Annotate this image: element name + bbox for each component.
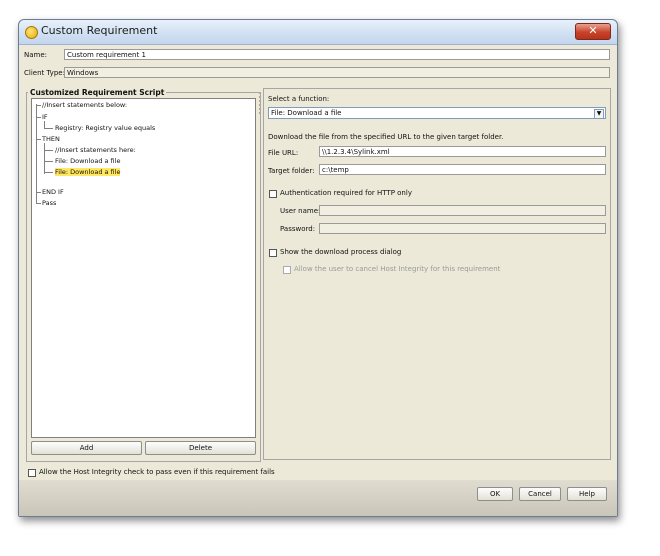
select-function-label: Select a function:	[268, 95, 330, 103]
delete-button[interactable]: Delete	[145, 441, 256, 455]
tree-connector	[36, 192, 41, 193]
name-label: Name:	[24, 51, 48, 59]
show-dialog-label: Show the download process dialog	[280, 248, 402, 256]
tree-connector	[36, 117, 41, 118]
requirement-script-tree[interactable]: //Insert statements below: IF Registry: …	[31, 98, 256, 438]
window-title: Custom Requirement	[41, 24, 158, 37]
tree-connector	[36, 203, 41, 204]
password-label: Password:	[280, 225, 316, 233]
function-select-value: File: Download a file	[271, 109, 342, 117]
tree-item-download-1[interactable]: File: Download a file	[55, 157, 120, 165]
tree-connector	[36, 139, 41, 140]
tree-connector	[44, 150, 53, 151]
panel-splitter[interactable]	[259, 88, 262, 460]
user-name-label: User name:	[280, 207, 321, 215]
tree-item-comment-then[interactable]: //Insert statements here:	[55, 146, 136, 154]
app-shield-icon	[25, 26, 38, 39]
password-input[interactable]	[319, 223, 606, 234]
tree-item-pass[interactable]: Pass	[42, 199, 56, 207]
target-folder-input[interactable]: c:\temp	[319, 164, 606, 175]
tree-item-if[interactable]: IF	[42, 113, 48, 121]
file-url-input[interactable]: \\1.2.3.4\Sylink.xml	[319, 146, 606, 157]
allow-pass-checkbox[interactable]	[28, 469, 36, 477]
tree-item-end-if[interactable]: END IF	[42, 188, 64, 196]
cancel-button[interactable]: Cancel	[519, 487, 561, 501]
title-bar: Custom Requirement ✕	[19, 20, 617, 45]
client-type-field: Windows	[64, 67, 610, 78]
add-button[interactable]: Add	[31, 441, 142, 455]
dialog-footer: OK Cancel Help	[19, 480, 617, 516]
tree-item-comment[interactable]: //Insert statements below:	[42, 101, 127, 109]
tree-connector	[44, 143, 45, 174]
function-description: Download the file from the specified URL…	[268, 133, 504, 141]
show-dialog-checkbox[interactable]	[269, 249, 277, 257]
tree-connector	[44, 128, 53, 129]
function-panel: Select a function: File: Download a file…	[263, 88, 611, 460]
target-folder-label: Target folder:	[268, 167, 315, 175]
name-input[interactable]: Custom requirement 1	[64, 49, 610, 60]
auth-label: Authentication required for HTTP only	[280, 189, 412, 197]
client-type-label: Client Type:	[24, 69, 65, 77]
tree-item-then[interactable]: THEN	[42, 135, 60, 143]
help-button[interactable]: Help	[567, 487, 607, 501]
function-select[interactable]: File: Download a file ▼	[268, 107, 606, 119]
allow-cancel-checkbox[interactable]	[283, 266, 291, 274]
auth-checkbox[interactable]	[269, 190, 277, 198]
tree-connector	[36, 105, 41, 106]
allow-pass-label: Allow the Host Integrity check to pass e…	[39, 468, 275, 476]
user-name-input[interactable]	[319, 205, 606, 216]
tree-connector	[36, 104, 37, 204]
tree-connector	[44, 172, 53, 173]
tree-connector	[44, 161, 53, 162]
dropdown-arrow-icon[interactable]: ▼	[594, 109, 604, 119]
ok-button[interactable]: OK	[477, 487, 513, 501]
custom-requirement-dialog: Custom Requirement ✕ Name: Custom requir…	[18, 19, 618, 517]
tree-item-download-2-selected[interactable]: File: Download a file	[55, 168, 121, 176]
close-button[interactable]: ✕	[575, 23, 611, 40]
tree-item-registry[interactable]: Registry: Registry value equals	[55, 124, 155, 132]
allow-cancel-label: Allow the user to cancel Host Integrity …	[294, 265, 501, 273]
script-group-title: Customized Requirement Script	[28, 88, 167, 97]
file-url-label: File URL:	[268, 149, 299, 157]
